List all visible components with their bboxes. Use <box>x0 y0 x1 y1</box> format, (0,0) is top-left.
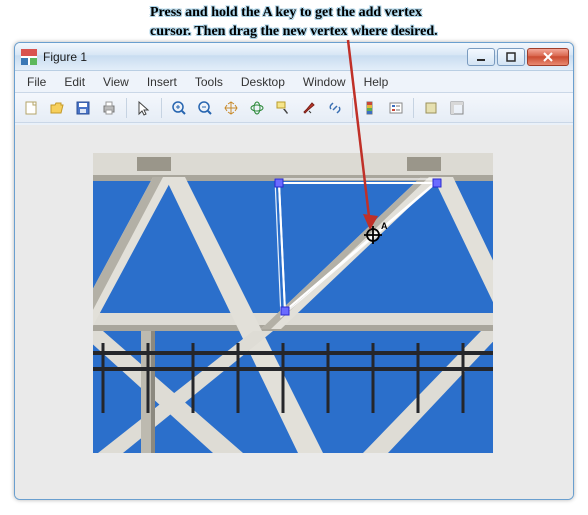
colorbar-icon <box>362 100 378 116</box>
link-icon <box>327 100 343 116</box>
roi-vertex <box>275 179 283 187</box>
menu-tools[interactable]: Tools <box>187 73 231 91</box>
toolbar-sep-3 <box>352 98 353 118</box>
open-button[interactable] <box>45 96 69 120</box>
rotate-3d-button[interactable] <box>245 96 269 120</box>
menu-view[interactable]: View <box>95 73 137 91</box>
menu-desktop[interactable]: Desktop <box>233 73 293 91</box>
annotation-text: Press and hold the A key to get the add … <box>150 4 580 42</box>
link-button[interactable] <box>323 96 347 120</box>
window-buttons <box>467 48 569 66</box>
image-content: A <box>93 153 493 453</box>
toolbar <box>15 93 573 123</box>
pan-button[interactable] <box>219 96 243 120</box>
menu-help[interactable]: Help <box>356 73 397 91</box>
print-icon <box>101 100 117 116</box>
toolbar-sep-1 <box>126 98 127 118</box>
roi-vertex <box>433 179 441 187</box>
new-file-icon <box>23 100 39 116</box>
data-cursor-button[interactable] <box>271 96 295 120</box>
figure-window: Figure 1 File Edit View Insert Tools Des… <box>14 42 574 500</box>
roi-vertex <box>281 307 289 315</box>
show-tools-button[interactable] <box>445 96 469 120</box>
annotation-line-2: cursor. Then drag the new vertex where d… <box>150 24 438 39</box>
minimize-icon <box>476 52 486 62</box>
legend-button[interactable] <box>384 96 408 120</box>
menu-edit[interactable]: Edit <box>56 73 93 91</box>
zoom-in-button[interactable] <box>167 96 191 120</box>
menu-insert[interactable]: Insert <box>139 73 185 91</box>
save-icon <box>75 100 91 116</box>
toolbar-sep-4 <box>413 98 414 118</box>
save-button[interactable] <box>71 96 95 120</box>
close-button[interactable] <box>527 48 569 66</box>
colorbar-button[interactable] <box>358 96 382 120</box>
layout-expand-icon <box>449 100 465 116</box>
hide-tools-button[interactable] <box>419 96 443 120</box>
edit-plot-button[interactable] <box>132 96 156 120</box>
brush-button[interactable] <box>297 96 321 120</box>
folder-open-icon <box>49 100 65 116</box>
matlab-icon <box>21 49 37 65</box>
svg-text:A: A <box>381 221 388 231</box>
zoom-in-icon <box>171 100 187 116</box>
annotation-line-1: Press and hold the A key to get the add … <box>150 5 422 20</box>
maximize-button[interactable] <box>497 48 525 66</box>
window-title: Figure 1 <box>43 50 467 64</box>
menubar: File Edit View Insert Tools Desktop Wind… <box>15 71 573 93</box>
zoom-out-icon <box>197 100 213 116</box>
maximize-icon <box>506 52 516 62</box>
new-figure-button[interactable] <box>19 96 43 120</box>
print-button[interactable] <box>97 96 121 120</box>
minimize-button[interactable] <box>467 48 495 66</box>
pan-icon <box>223 100 239 116</box>
rotate-icon <box>249 100 265 116</box>
menu-window[interactable]: Window <box>295 73 354 91</box>
menu-file[interactable]: File <box>19 73 54 91</box>
close-icon <box>542 52 554 62</box>
toolbar-sep-2 <box>161 98 162 118</box>
pointer-icon <box>136 100 152 116</box>
brush-icon <box>301 100 317 116</box>
image-axes[interactable]: A <box>93 153 493 453</box>
figure-canvas[interactable]: A <box>15 125 573 499</box>
titlebar: Figure 1 <box>15 43 573 71</box>
layout-compact-icon <box>423 100 439 116</box>
zoom-out-button[interactable] <box>193 96 217 120</box>
legend-icon <box>388 100 404 116</box>
data-cursor-icon <box>275 100 291 116</box>
